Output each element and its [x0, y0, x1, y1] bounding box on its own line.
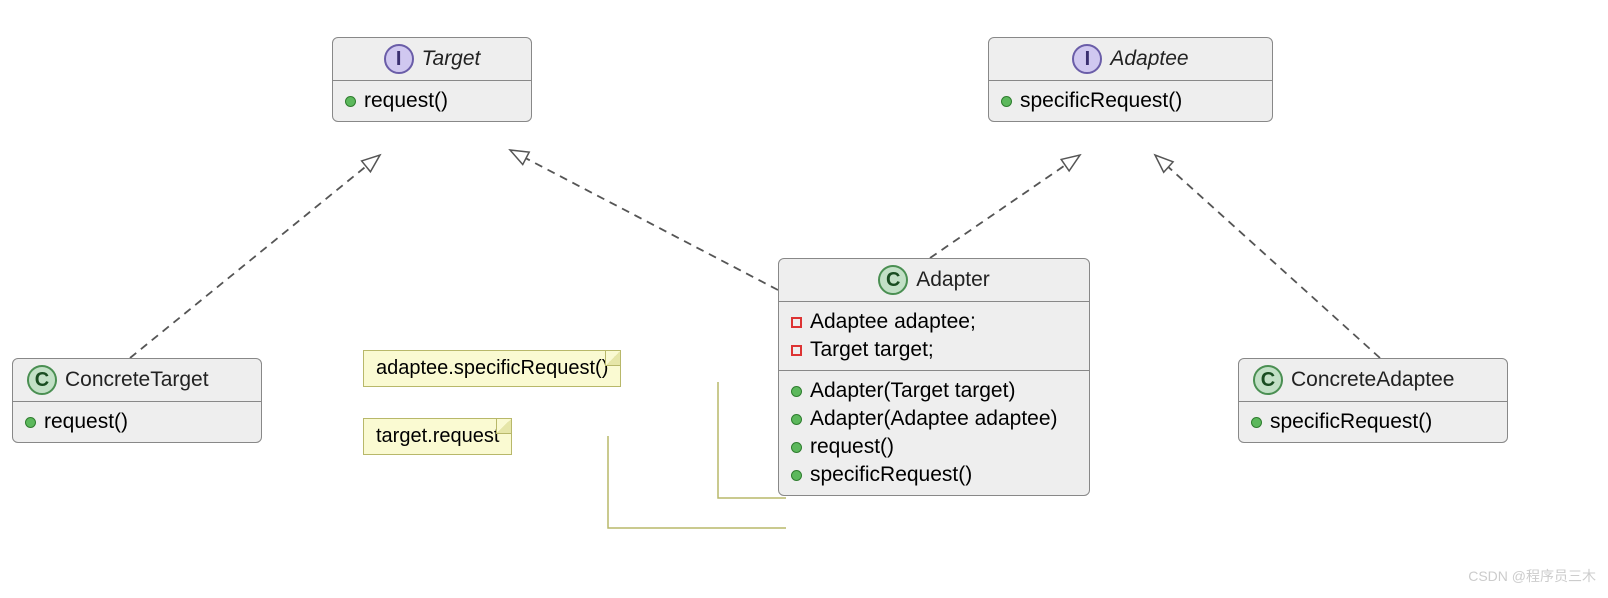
method-label: request(): [810, 435, 894, 459]
uml-method: Adapter(Target target): [791, 377, 1077, 405]
method-label: specificRequest(): [810, 463, 972, 487]
field-label: Target target;: [810, 338, 934, 362]
method-label: request(): [44, 410, 128, 434]
method-label: Adapter(Target target): [810, 379, 1015, 403]
uml-name: ConcreteTarget: [65, 368, 209, 392]
public-method-icon: [1251, 417, 1262, 428]
public-method-icon: [345, 96, 356, 107]
uml-class-concrete-target: C ConcreteTarget request(): [12, 358, 262, 443]
method-label: Adapter(Adaptee adaptee): [810, 407, 1058, 431]
uml-methods: specificRequest(): [989, 81, 1272, 121]
uml-field: Adaptee adaptee;: [791, 308, 1077, 336]
method-label: specificRequest(): [1270, 410, 1432, 434]
uml-methods: request(): [333, 81, 531, 121]
uml-class-concrete-adaptee: C ConcreteAdaptee specificRequest(): [1238, 358, 1508, 443]
public-method-icon: [791, 386, 802, 397]
uml-note-1: adaptee.specificRequest(): [363, 350, 621, 387]
public-method-icon: [791, 442, 802, 453]
uml-methods: specificRequest(): [1239, 402, 1507, 442]
class-icon: C: [878, 265, 908, 295]
uml-name: Adapter: [916, 268, 990, 292]
uml-method: Adapter(Adaptee adaptee): [791, 405, 1077, 433]
note-text: adaptee.specificRequest(): [376, 357, 608, 379]
uml-method: request(): [791, 433, 1077, 461]
interface-icon: I: [384, 44, 414, 74]
uml-interface-adaptee: I Adaptee specificRequest(): [988, 37, 1273, 122]
public-method-icon: [791, 414, 802, 425]
uml-interface-target: I Target request(): [332, 37, 532, 122]
uml-header: I Adaptee: [989, 38, 1272, 81]
class-icon: C: [1253, 365, 1283, 395]
uml-note-2: target.request: [363, 418, 512, 455]
private-field-icon: [791, 345, 802, 356]
uml-method: specificRequest(): [1001, 87, 1260, 115]
watermark: CSDN @程序员三木: [1468, 566, 1596, 586]
uml-header: C ConcreteAdaptee: [1239, 359, 1507, 402]
uml-name: ConcreteAdaptee: [1291, 368, 1454, 392]
uml-method: specificRequest(): [791, 461, 1077, 489]
uml-header: I Target: [333, 38, 531, 81]
interface-icon: I: [1072, 44, 1102, 74]
public-method-icon: [1001, 96, 1012, 107]
uml-name: Target: [422, 47, 481, 71]
uml-class-adapter: C Adapter Adaptee adaptee; Target target…: [778, 258, 1090, 496]
uml-fields: Adaptee adaptee; Target target;: [779, 302, 1089, 371]
uml-methods: request(): [13, 402, 261, 442]
uml-name: Adaptee: [1110, 47, 1188, 71]
uml-methods: Adapter(Target target) Adapter(Adaptee a…: [779, 371, 1089, 495]
uml-header: C ConcreteTarget: [13, 359, 261, 402]
method-label: request(): [364, 89, 448, 113]
uml-method: specificRequest(): [1251, 408, 1495, 436]
public-method-icon: [25, 417, 36, 428]
public-method-icon: [791, 470, 802, 481]
field-label: Adaptee adaptee;: [810, 310, 976, 334]
method-label: specificRequest(): [1020, 89, 1182, 113]
uml-field: Target target;: [791, 336, 1077, 364]
class-icon: C: [27, 365, 57, 395]
private-field-icon: [791, 317, 802, 328]
uml-header: C Adapter: [779, 259, 1089, 302]
uml-method: request(): [25, 408, 249, 436]
note-text: target.request: [376, 425, 499, 447]
uml-method: request(): [345, 87, 519, 115]
